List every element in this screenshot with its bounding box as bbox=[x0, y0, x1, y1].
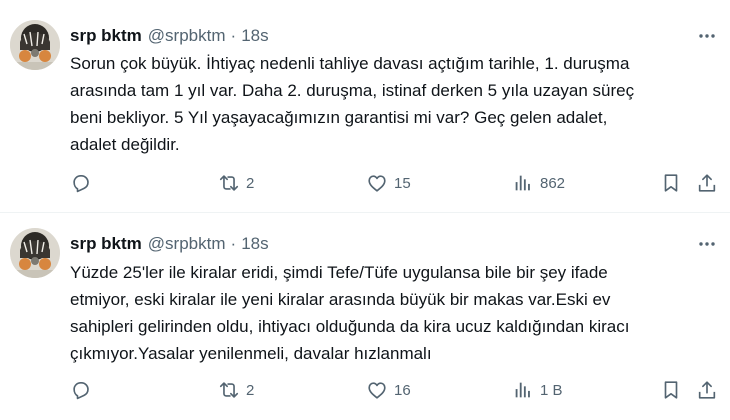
author-name[interactable]: srp bktm bbox=[70, 26, 142, 46]
reply-icon bbox=[73, 382, 89, 400]
avatar[interactable] bbox=[10, 228, 60, 278]
like-button[interactable]: 16 bbox=[366, 377, 411, 403]
tweet-time[interactable]: 18s bbox=[241, 234, 268, 254]
like-button[interactable]: 15 bbox=[366, 170, 411, 196]
retweet-icon bbox=[219, 382, 239, 398]
tweet-header: srp bktm @srpbktm · 18s bbox=[70, 234, 269, 254]
tweet-text-line: etmiyor, eski kiralar ile yeni kiralar a… bbox=[70, 290, 611, 309]
views-button[interactable]: 1 B bbox=[512, 377, 563, 403]
reply-icon bbox=[73, 175, 89, 193]
bookmark-icon bbox=[664, 381, 678, 399]
retweet-icon bbox=[219, 175, 239, 191]
share-button[interactable] bbox=[696, 170, 718, 196]
share-icon bbox=[698, 381, 716, 399]
reply-button[interactable] bbox=[70, 377, 92, 403]
ellipsis-icon bbox=[699, 34, 715, 38]
tweet-text-line: Yüzde 25'ler ile kiralar eridi, şimdi Te… bbox=[70, 263, 608, 282]
like-count: 15 bbox=[394, 174, 411, 192]
avatar[interactable] bbox=[10, 20, 60, 70]
reply-button[interactable] bbox=[70, 170, 92, 196]
bookmark-button[interactable] bbox=[660, 170, 682, 196]
views-button[interactable]: 862 bbox=[512, 170, 565, 196]
tweet-text-line: beni bekliyor. 5 Yıl yaşayacağımızın gar… bbox=[70, 108, 608, 127]
tweet-actions: 2 15 862 bbox=[68, 170, 720, 196]
avatar-image bbox=[10, 228, 60, 278]
more-options-button[interactable] bbox=[696, 25, 718, 47]
tweet-text: Sorun çok büyük. İhtiyaç nedenli tahliye… bbox=[70, 50, 720, 158]
separator-dot: · bbox=[230, 234, 237, 253]
tweet-text: Yüzde 25'ler ile kiralar eridi, şimdi Te… bbox=[70, 259, 720, 367]
tweet-text-line: sahipleri gelirinden oldu, ihtiyacı oldu… bbox=[70, 317, 630, 336]
bookmark-button[interactable] bbox=[660, 377, 682, 403]
avatar-image bbox=[10, 20, 60, 70]
retweet-count: 2 bbox=[246, 381, 255, 399]
tweet-actions: 2 16 1 B bbox=[68, 377, 720, 403]
tweet[interactable]: srp bktm @srpbktm · 18s Yüzde 25'ler ile… bbox=[0, 213, 730, 420]
tweet[interactable]: srp bktm @srpbktm · 18s Sorun çok büyük.… bbox=[0, 0, 730, 212]
heart-icon bbox=[368, 175, 386, 192]
share-icon bbox=[698, 174, 716, 192]
retweet-button[interactable]: 2 bbox=[218, 377, 254, 403]
retweet-button[interactable]: 2 bbox=[218, 170, 254, 196]
like-count: 16 bbox=[394, 381, 411, 399]
tweet-text-line: Sorun çok büyük. İhtiyaç nedenli tahliye… bbox=[70, 54, 630, 73]
bookmark-icon bbox=[664, 174, 678, 192]
heart-icon bbox=[368, 382, 386, 399]
views-count: 1 B bbox=[540, 381, 563, 399]
views-icon bbox=[515, 382, 530, 398]
tweet-feed: srp bktm @srpbktm · 18s Sorun çok büyük.… bbox=[0, 0, 730, 420]
more-options-button[interactable] bbox=[696, 233, 718, 255]
views-icon bbox=[515, 175, 530, 191]
retweet-count: 2 bbox=[246, 174, 255, 192]
tweet-text-line: çıkmıyor.Yasalar yenilenmeli, davalar hı… bbox=[70, 344, 432, 363]
ellipsis-icon bbox=[699, 242, 715, 246]
views-count: 862 bbox=[540, 174, 566, 192]
tweet-time[interactable]: 18s bbox=[241, 26, 268, 46]
tweet-header: srp bktm @srpbktm · 18s bbox=[70, 26, 269, 46]
separator-dot: · bbox=[230, 26, 237, 45]
author-name[interactable]: srp bktm bbox=[70, 234, 142, 254]
tweet-text-line: adalet değildir. bbox=[70, 135, 180, 154]
tweet-text-line: arasında tam 1 yıl var. Daha 2. duruşma,… bbox=[70, 81, 635, 100]
share-button[interactable] bbox=[696, 377, 718, 403]
author-handle[interactable]: @srpbktm bbox=[148, 234, 226, 254]
author-handle[interactable]: @srpbktm bbox=[148, 26, 226, 46]
